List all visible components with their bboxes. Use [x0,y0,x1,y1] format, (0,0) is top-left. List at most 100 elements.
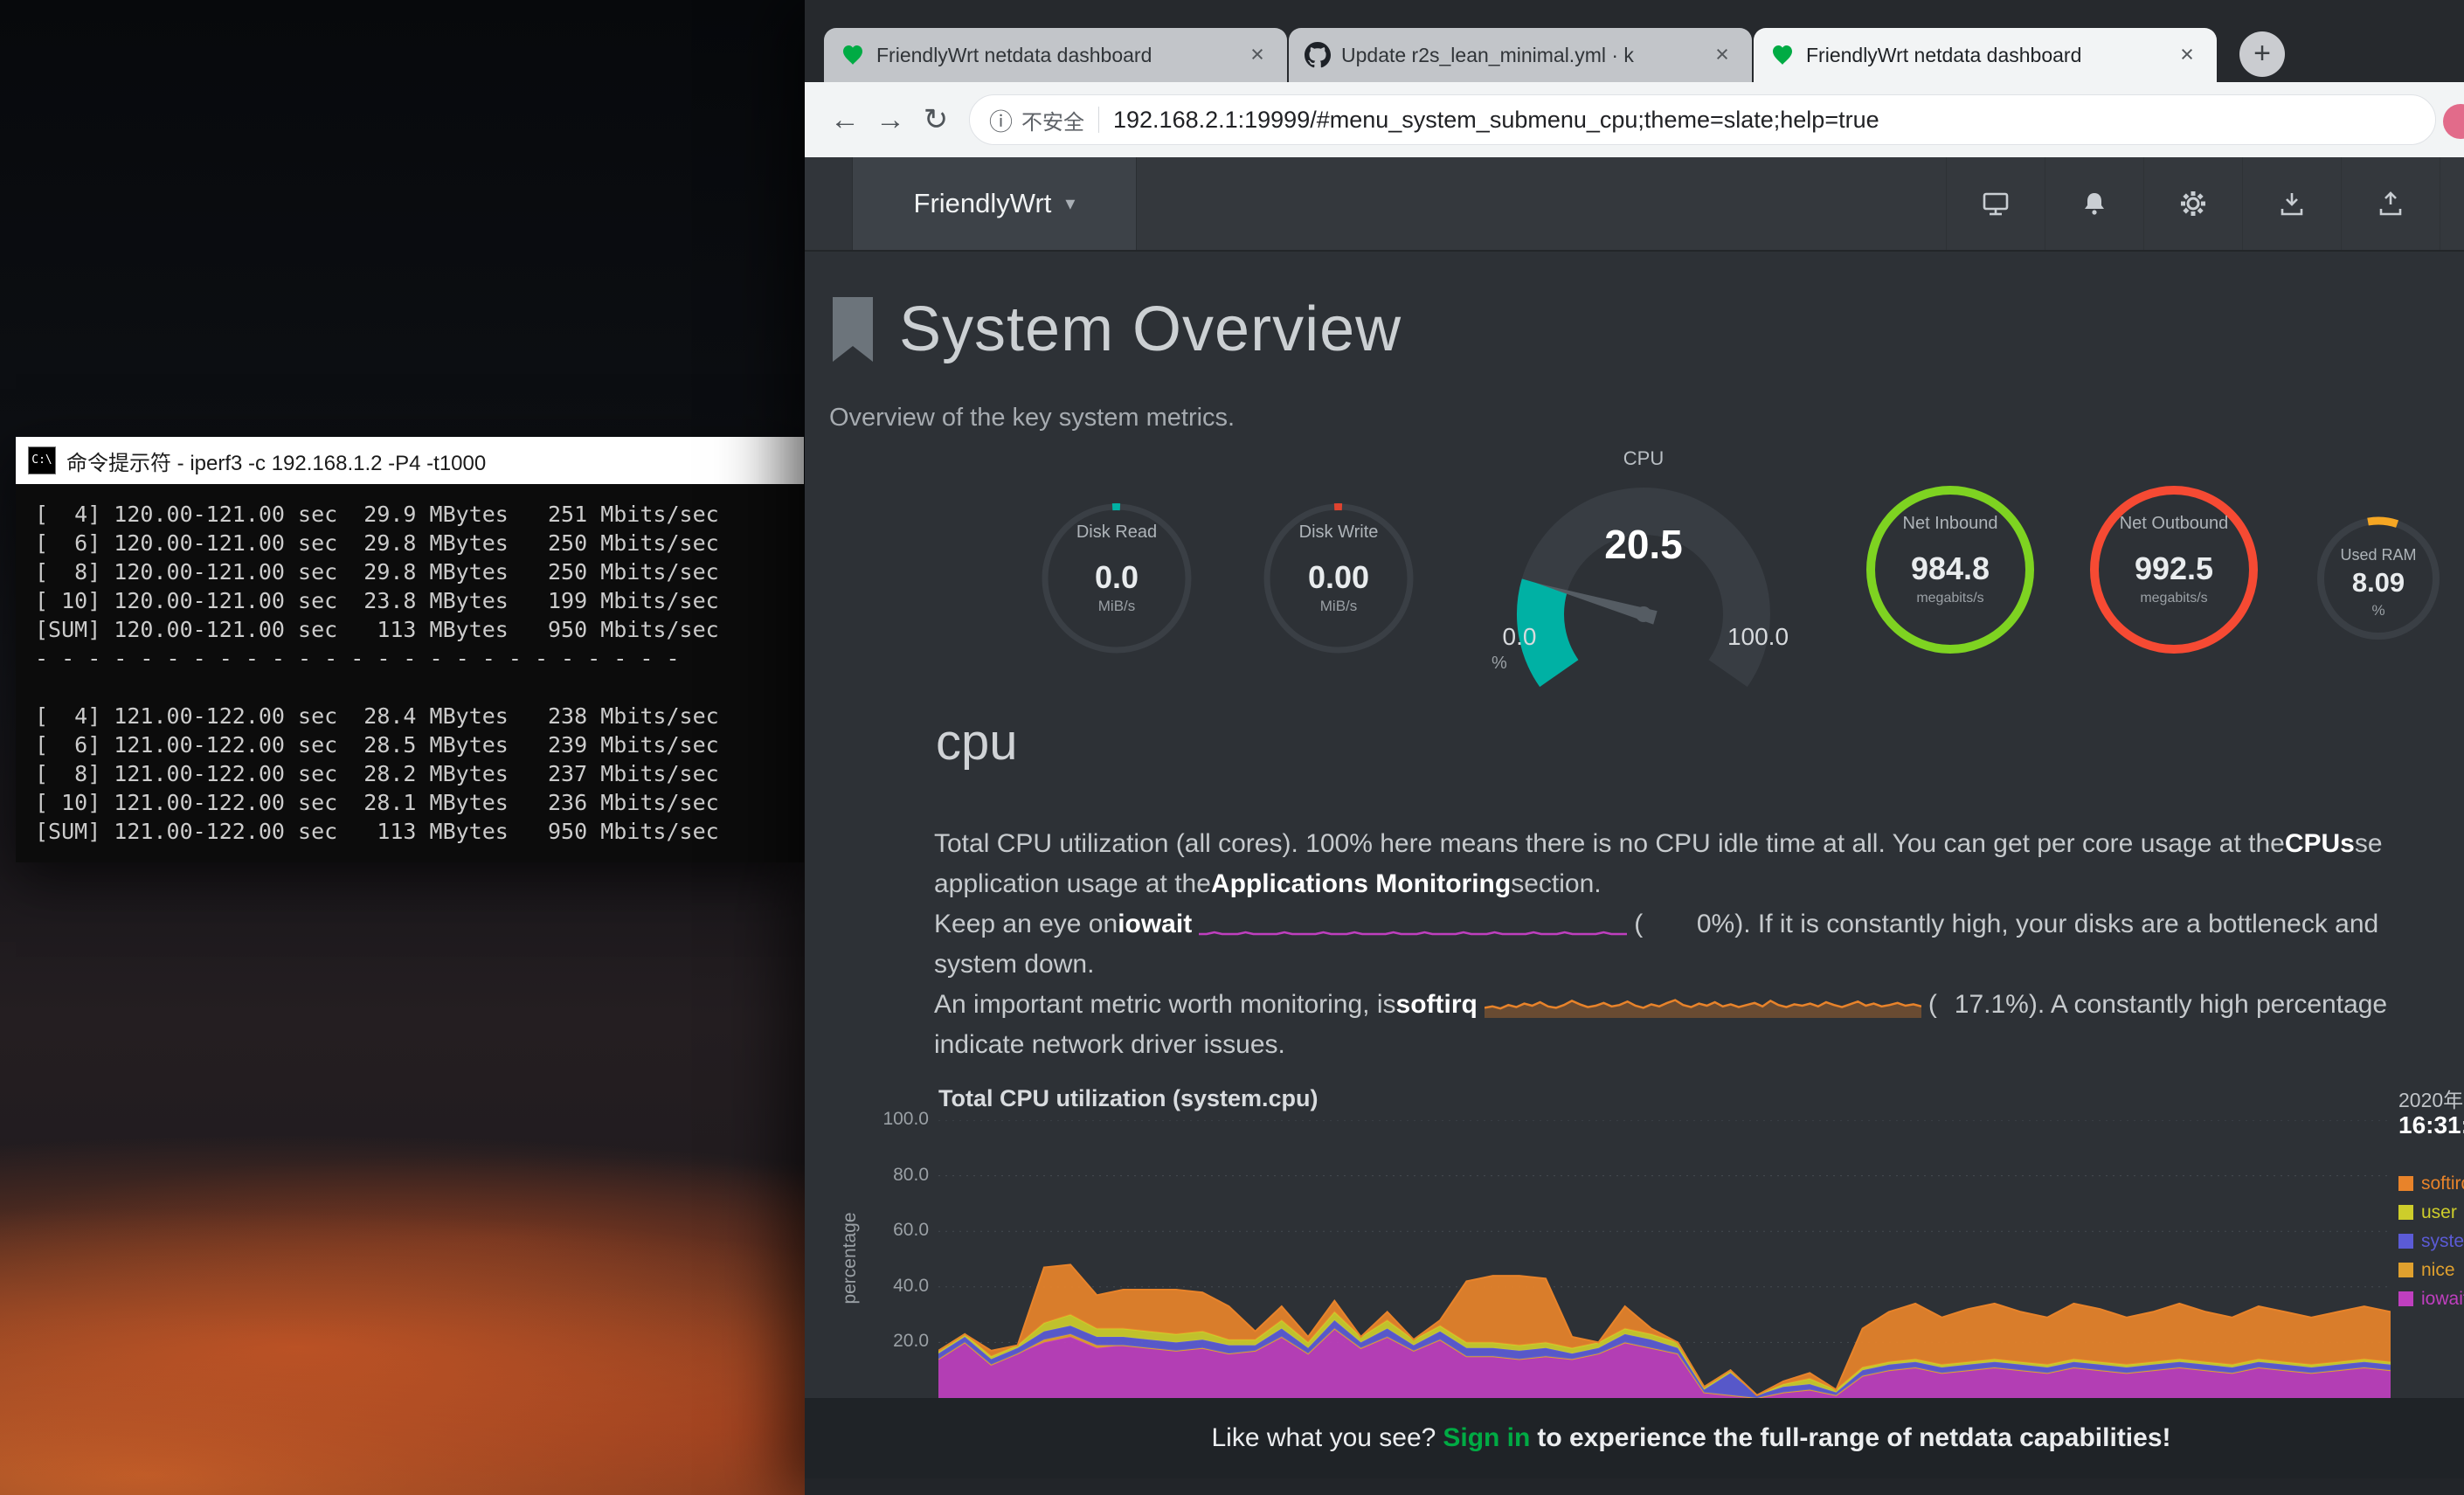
tab-label: FriendlyWrt netdata dashboard [1806,44,2161,67]
gauge-value: 992.5 [2087,550,2261,587]
y-tick-label: 20.0 [855,1331,929,1352]
screen: C:\ 命令提示符 - iperf3 -c 192.168.1.2 -P4 -t… [0,0,2464,1495]
terminal-output: [ 4] 120.00-121.00 sec 29.9 MBytes 251 M… [35,500,785,846]
chart-date: 2020年3 [2398,1083,2464,1113]
gauge-value: 984.8 [1863,550,2038,587]
print-view-button[interactable] [1946,157,2045,250]
text: se [2355,829,2383,859]
page-subtitle: Overview of the key system metrics. [829,404,1235,433]
tab-close-icon[interactable]: × [2171,39,2203,71]
tab-close-icon[interactable]: × [1706,39,1738,71]
gauge-unit: MiB/s [1038,598,1195,615]
text-bold: iowait [1118,910,1192,939]
navbar-spacer [1137,157,1946,250]
cpu-description-line2: application usage at the Applications Mo… [934,864,1602,904]
gauge-unit: MiB/s [1260,598,1417,615]
netdata-page: FriendlyWrt ▾ [805,157,2464,1495]
gauge-net-inbound[interactable]: Net Inbound 984.8 megabits/s [1863,482,2038,657]
monitor-icon [1979,187,2012,220]
cpu-utilization-chart[interactable] [938,1120,2391,1398]
text: An important metric worth monitoring, is [934,990,1396,1020]
reload-button[interactable]: ↻ [913,97,959,142]
gauge-value: 8.09 [2313,567,2444,599]
gauge-value: 0.0 [1038,559,1195,596]
text: application usage at the [934,869,1211,899]
legend-swatch [2398,1234,2413,1249]
legend-item[interactable]: iowait [2398,1284,2464,1313]
signin-bar: Like what you see? Sign in to experience… [805,1398,2464,1478]
tab-netdata-1[interactable]: FriendlyWrt netdata dashboard × [824,28,1287,82]
y-tick-label: 60.0 [855,1220,929,1241]
section-heading-cpu: cpu [936,713,1018,772]
softirq-sparkline[interactable] [1485,991,1921,1019]
legend-swatch [2398,1263,2413,1277]
iowait-value: 0% [1643,910,1734,939]
gauge-cpu[interactable]: CPU 20.5 0.0 100.0 % [1486,446,1801,682]
gauge-net-outbound[interactable]: Net Outbound 992.5 megabits/s [2087,482,2261,657]
legend-item[interactable]: system [2398,1227,2464,1256]
terminal-titlebar[interactable]: C:\ 命令提示符 - iperf3 -c 192.168.1.2 -P4 -t… [16,437,804,484]
alarms-button[interactable] [2045,157,2143,250]
gauge-label: Net Outbound [2087,514,2261,534]
signin-link[interactable]: Sign in [1443,1423,1530,1453]
legend-label: softirq [2421,1173,2464,1194]
gauge-used-ram[interactable]: Used RAM 8.09 % [2313,513,2444,644]
text: ( [1928,990,1937,1020]
text: system down. [934,950,1094,979]
gear-icon [2177,187,2210,220]
import-snapshot-button[interactable] [2242,157,2341,250]
cpu-gauge-dial [1486,477,1801,696]
terminal-body[interactable]: [ 4] 120.00-121.00 sec 29.9 MBytes 251 M… [16,484,804,862]
tab-strip: FriendlyWrt netdata dashboard × Update r… [805,0,2464,82]
gauge-value: 0.00 [1260,559,1417,596]
url-text[interactable]: 192.168.2.1:19999/#menu_system_submenu_c… [1113,107,1879,134]
iowait-sparkline[interactable] [1199,912,1627,937]
gauge-label: Net Inbound [1863,514,2038,534]
gauge-label: CPU [1486,447,1801,470]
address-bar[interactable]: ⓘ 不安全 192.168.2.1:19999/#menu_system_sub… [969,94,2436,145]
cpu-description-line5: An important metric worth monitoring, is… [934,985,2387,1025]
gauge-label: Disk Write [1260,523,1417,543]
bell-icon [2078,187,2111,220]
settings-button[interactable] [2143,157,2242,250]
y-tick-label: 40.0 [855,1276,929,1297]
new-tab-button[interactable]: + [2239,31,2285,77]
cpu-description-line1: Total CPU utilization (all cores). 100% … [934,824,2383,864]
cmd-icon: C:\ [28,446,56,474]
download-icon [2275,187,2308,220]
gauge-label: Disk Read [1038,523,1195,543]
chart-time: 16:31:2 [2398,1111,2464,1139]
text: indicate network driver issues. [934,1030,1285,1060]
legend-item[interactable]: softirq [2398,1169,2464,1198]
back-button[interactable]: ← [822,97,868,142]
cpu-description-line3: Keep an eye on iowait (0%). If it is con… [934,904,2378,945]
terminal-window[interactable]: C:\ 命令提示符 - iperf3 -c 192.168.1.2 -P4 -t… [16,437,804,862]
chevron-down-icon: ▾ [1065,192,1075,215]
legend-item[interactable]: user [2398,1198,2464,1227]
host-dropdown[interactable]: FriendlyWrt ▾ [852,157,1137,250]
export-snapshot-button[interactable] [2341,157,2440,250]
tab-netdata-2-active[interactable]: FriendlyWrt netdata dashboard × [1754,28,2217,82]
site-info-icon[interactable]: ⓘ [989,103,1013,137]
page-bottom-strip [805,1478,2464,1495]
cpus-link[interactable]: CPUs [2285,829,2355,859]
bookmark-icon [829,297,876,365]
y-tick-label: 100.0 [855,1109,929,1130]
omnibox-divider [1098,107,1099,133]
applications-monitoring-link[interactable]: Applications Monitoring [1211,869,1511,899]
tab-close-icon[interactable]: × [1242,39,1273,71]
profile-avatar[interactable] [2443,104,2464,139]
text: ). If it is constantly high, your disks … [1734,910,2378,939]
tab-github[interactable]: Update r2s_lean_minimal.yml · k × [1289,28,1752,82]
legend-item[interactable]: nice [2398,1256,2464,1284]
netdata-logo-icon [1769,42,1796,68]
gauge-disk-write[interactable]: Disk Write 0.00 MiB/s [1260,500,1417,657]
tab-label: Update r2s_lean_minimal.yml · k [1341,44,1696,67]
gauge-max: 100.0 [1710,623,1806,651]
gauge-disk-read[interactable]: Disk Read 0.0 MiB/s [1038,500,1195,657]
github-logo-icon [1305,42,1331,68]
gauge-unit: % [2313,602,2444,619]
forward-button[interactable]: → [868,97,913,142]
navbar-left-pad [805,157,852,250]
legend-swatch [2398,1176,2413,1191]
